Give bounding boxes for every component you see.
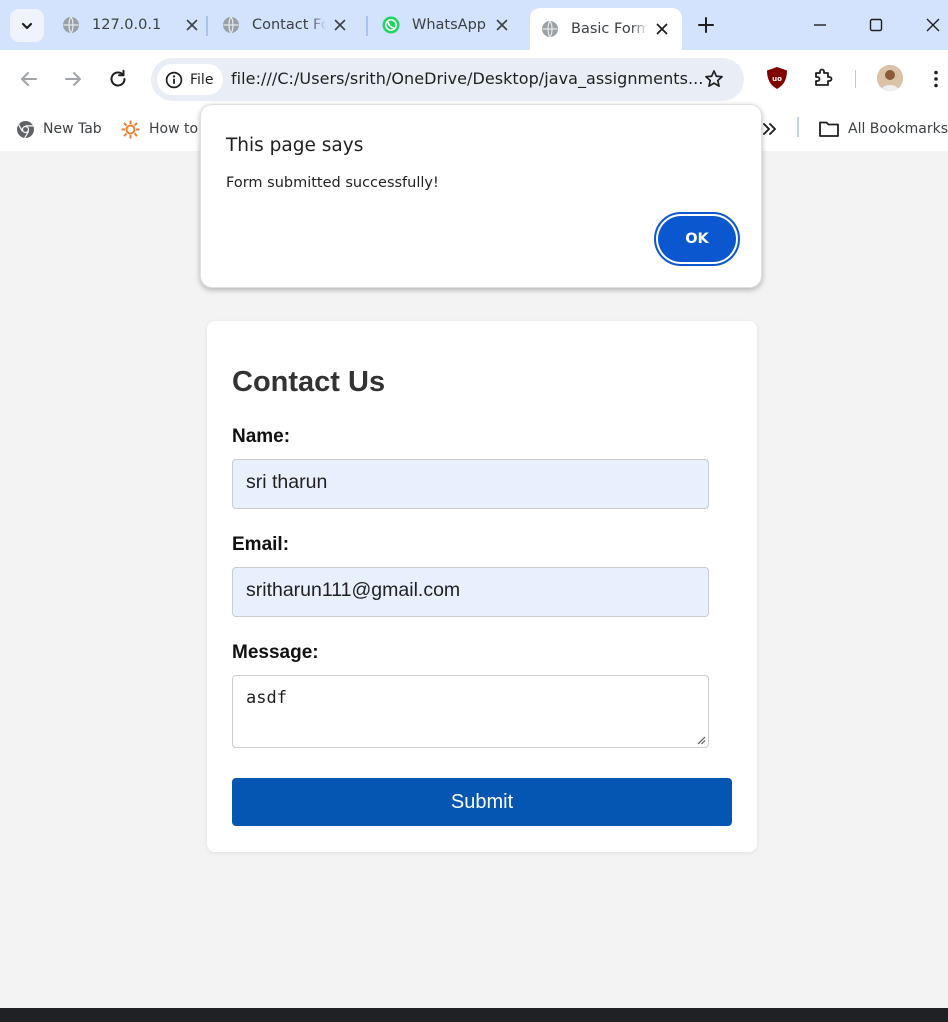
taskbar-edge [0, 1008, 948, 1022]
globe-icon [223, 16, 239, 34]
more-menu-icon[interactable] [924, 67, 948, 91]
chevron-double-right-icon[interactable] [760, 117, 780, 141]
message-textarea[interactable]: asdf [232, 675, 709, 748]
back-arrow-icon[interactable] [17, 67, 41, 91]
tab-basic-form[interactable]: Basic Form [530, 8, 682, 50]
ok-button[interactable]: OK [654, 212, 740, 266]
tab-title: Basic Form [571, 21, 648, 37]
message-label: Message: [232, 642, 319, 663]
window-close-icon[interactable] [921, 13, 945, 37]
bookmark-new-tab[interactable]: New Tab [16, 117, 102, 141]
toolbar-separator [855, 70, 856, 88]
tab-whatsapp[interactable]: WhatsApp [382, 7, 510, 43]
tab-search-button[interactable] [10, 9, 44, 42]
whatsapp-icon [382, 16, 400, 34]
message-text: asdf [246, 688, 287, 708]
all-bookmarks-button[interactable]: All Bookmarks [818, 117, 948, 141]
maximize-icon[interactable] [864, 13, 888, 37]
submit-button[interactable]: Submit [232, 778, 732, 826]
globe-icon [542, 20, 558, 38]
bookmark-favicon [121, 120, 140, 138]
tab-title: 127.0.0.1 [92, 17, 162, 33]
tab-separator [206, 16, 208, 36]
name-input[interactable]: sri tharun [232, 459, 709, 509]
ok-button-label: OK [658, 216, 736, 262]
forward-arrow-icon[interactable] [61, 67, 85, 91]
bookmarks-separator [797, 117, 799, 137]
extensions-puzzle-icon[interactable] [811, 66, 835, 90]
globe-icon [63, 16, 79, 34]
browser-toolbar: File file:///C:/Users/srith/OneDrive/Des… [0, 50, 948, 108]
chevron-down-icon [21, 22, 33, 29]
info-icon [165, 71, 183, 88]
tab-title: Contact Form [252, 17, 326, 33]
close-icon[interactable] [494, 17, 510, 33]
close-icon[interactable] [654, 21, 670, 37]
tab-separator [366, 16, 368, 36]
folder-icon [819, 121, 839, 137]
alert-dialog: This page says Form submitted successful… [200, 104, 762, 288]
tab-contact-form[interactable]: Contact Form [222, 7, 360, 43]
dialog-title: This page says [226, 135, 364, 156]
tab-127[interactable]: 127.0.0.1 [62, 7, 200, 43]
new-tab-plus-icon[interactable] [694, 13, 718, 37]
bookmark-label: New Tab [43, 121, 102, 137]
url-text[interactable]: file:///C:/Users/srith/OneDrive/Desktop/… [231, 69, 703, 88]
tab-title: WhatsApp [412, 17, 486, 33]
email-label: Email: [232, 534, 290, 555]
bookmark-how-to[interactable]: How to [120, 117, 198, 141]
form-heading: Contact Us [232, 366, 386, 398]
all-bookmarks-label: All Bookmarks [848, 121, 948, 137]
email-input[interactable]: sritharun111@gmail.com [232, 567, 709, 617]
avatar-image [877, 65, 903, 91]
profile-avatar[interactable] [877, 65, 903, 91]
dialog-message: Form submitted successfully! [226, 175, 439, 191]
bookmark-label: How to [149, 121, 199, 137]
minimize-icon[interactable] [808, 13, 832, 37]
close-icon[interactable] [332, 17, 348, 33]
svg-text:uo: uo [772, 75, 782, 83]
ublock-origin-icon[interactable]: uo [766, 66, 788, 90]
chrome-icon [17, 120, 34, 138]
address-bar[interactable]: File file:///C:/Users/srith/OneDrive/Des… [151, 58, 744, 101]
chip-label: File [190, 71, 214, 88]
contact-form-card: Contact Us Name: sri tharun Email: srith… [207, 321, 757, 852]
resize-handle-icon[interactable] [696, 735, 706, 745]
close-icon[interactable] [184, 17, 200, 33]
reload-icon[interactable] [106, 67, 130, 91]
site-info-chip[interactable]: File [157, 64, 223, 95]
bookmark-star-icon[interactable] [703, 68, 725, 90]
name-label: Name: [232, 426, 291, 447]
tab-strip: 127.0.0.1 Contact Form WhatsApp Basic Fo… [0, 0, 948, 50]
